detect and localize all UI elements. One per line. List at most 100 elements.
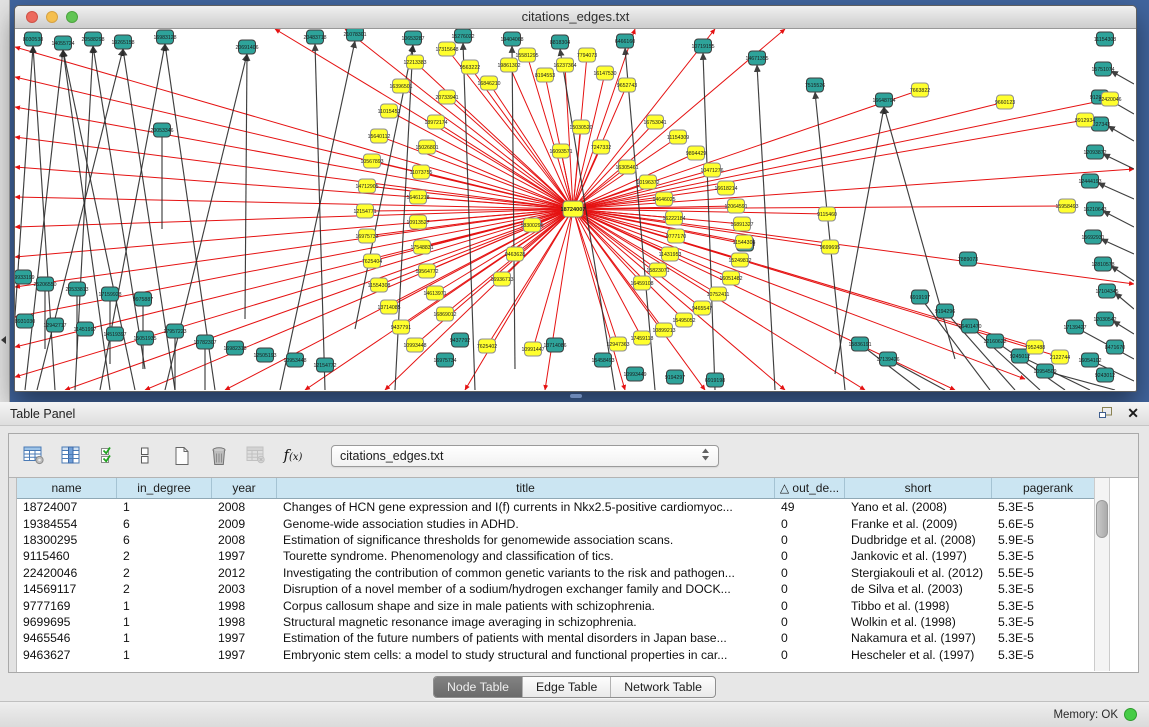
network-node[interactable]: 14519397 — [103, 327, 126, 341]
network-node[interactable]: 15030520 — [569, 120, 592, 134]
column-header-short[interactable]: short — [845, 478, 992, 498]
network-node[interactable]: 10913527 — [406, 215, 429, 229]
network-node[interactable]: 15051935 — [133, 331, 156, 345]
network-node[interactable]: 7247332 — [591, 140, 611, 154]
table-select-dropdown[interactable]: citations_edges.txt — [331, 445, 719, 467]
network-node[interactable]: 20691406 — [235, 40, 258, 54]
network-node[interactable]: 16396501 — [389, 79, 412, 93]
left-collapsed-panel[interactable] — [0, 0, 10, 402]
network-node[interactable]: 12154771 — [353, 204, 376, 218]
network-node[interactable]: 14671355 — [745, 51, 768, 65]
network-node[interactable]: 10567893 — [360, 154, 383, 168]
minimize-button[interactable] — [46, 11, 58, 23]
close-button[interactable] — [26, 11, 38, 23]
network-node[interactable]: 19265158 — [111, 35, 134, 49]
network-node[interactable]: 15692931 — [1081, 230, 1104, 244]
network-node[interactable]: 20533813 — [65, 282, 88, 296]
table-row[interactable]: 1872400712008Changes of HCN gene express… — [17, 499, 1138, 515]
network-node[interactable]: 15458493 — [591, 353, 614, 367]
zoom-button[interactable] — [66, 11, 78, 23]
network-node[interactable]: 21078301 — [343, 29, 366, 41]
network-node[interactable]: 9660123 — [995, 95, 1015, 109]
network-node[interactable]: 11431953 — [659, 247, 682, 261]
network-node[interactable]: 22420046 — [1098, 92, 1121, 106]
network-node[interactable]: 11154308 — [1094, 32, 1116, 46]
network-node[interactable]: 17139427 — [1063, 320, 1086, 334]
network-node[interactable]: 11544308 — [733, 235, 756, 249]
network-node[interactable]: 11015453 — [378, 104, 401, 118]
rows-icon[interactable] — [132, 443, 158, 469]
network-node[interactable]: 6919197 — [910, 290, 930, 304]
network-node[interactable]: 15823071 — [646, 263, 669, 277]
table-row[interactable]: 911546021997Tourette syndrome. Phenomeno… — [17, 548, 1138, 564]
network-window-titlebar[interactable]: citations_edges.txt — [15, 6, 1136, 29]
network-node[interactable]: 12160622 — [983, 334, 1006, 348]
network-node[interactable]: 18300295 — [520, 218, 543, 232]
network-node[interactable]: 16210643 — [1083, 202, 1106, 216]
collapse-arrow-icon[interactable] — [1, 336, 6, 344]
network-node[interactable]: 16975733 — [355, 229, 378, 243]
network-node[interactable]: 7889073 — [958, 252, 978, 266]
network-node[interactable]: 17459118 — [631, 331, 654, 345]
network-node[interactable]: 9463628 — [505, 247, 525, 261]
network-node[interactable]: 10953448 — [283, 353, 306, 367]
network-node[interactable]: 19564772 — [415, 264, 438, 278]
network-node[interactable]: 8194553 — [535, 68, 555, 82]
table-row[interactable]: 1830029562008Estimation of significance … — [17, 532, 1138, 548]
network-node[interactable]: 9465547 — [692, 301, 712, 315]
new-column-icon[interactable] — [169, 443, 195, 469]
network-node[interactable]: 20733941 — [435, 90, 458, 104]
network-node[interactable]: 17159928 — [98, 287, 121, 301]
network-node[interactable]: 16975734 — [433, 353, 456, 367]
table-row[interactable]: 946554611997Estimation of the future num… — [17, 630, 1138, 646]
network-node[interactable]: 8471670 — [1105, 340, 1125, 354]
network-node[interactable]: 9115460 — [817, 207, 837, 221]
network-node[interactable]: 16846210 — [477, 76, 500, 90]
table-row[interactable]: 969969511998Structural magnetic resonanc… — [17, 614, 1138, 630]
network-node[interactable]: 9894429 — [686, 146, 706, 160]
network-node[interactable]: 16459108 — [630, 276, 653, 290]
network-node[interactable]: 9437791 — [391, 320, 411, 334]
network-node[interactable]: 16051482 — [719, 271, 742, 285]
network-node[interactable]: 8030538 — [23, 32, 43, 46]
network-node[interactable]: 10899213 — [652, 323, 675, 337]
network-node[interactable]: 19404068 — [500, 32, 523, 46]
network-node[interactable]: 9652743 — [617, 78, 637, 92]
network-node[interactable]: 7663822 — [910, 83, 930, 97]
network-node[interactable]: 14712905 — [355, 179, 378, 193]
network-node[interactable]: 18972174 — [424, 115, 447, 129]
network-node[interactable]: 7794073 — [577, 48, 597, 62]
network-node[interactable]: 17139426 — [876, 352, 899, 366]
network-node[interactable]: 11451997 — [74, 322, 97, 336]
column-select-icon[interactable] — [58, 443, 84, 469]
network-node[interactable]: 12064591 — [724, 199, 747, 213]
splitter-handle[interactable] — [570, 394, 582, 398]
network-node[interactable]: 16237364 — [553, 58, 576, 72]
network-node[interactable]: 12505193 — [253, 348, 276, 362]
table-row[interactable]: 946362711997Embryonic stem cells: a mode… — [17, 647, 1138, 663]
network-node[interactable]: 15495052 — [672, 313, 695, 327]
network-node[interactable]: 16753041 — [643, 115, 666, 129]
network-node[interactable]: 10993449 — [623, 367, 646, 381]
tab-network-table[interactable]: Network Table — [610, 677, 715, 697]
network-node[interactable]: 16869012 — [433, 307, 456, 321]
network-node[interactable]: 16648794 — [872, 93, 895, 107]
network-node[interactable]: 9777170 — [666, 229, 686, 243]
network-node[interactable]: 18724007 — [561, 201, 586, 217]
network-node[interactable]: 20483718 — [303, 30, 326, 44]
network-node[interactable]: 7625404 — [362, 254, 382, 268]
table-settings-icon[interactable] — [21, 443, 47, 469]
network-node[interactable]: 9975887 — [133, 292, 153, 306]
network-node[interactable]: 12030542 — [1093, 312, 1116, 326]
network-node[interactable]: 16147530 — [593, 66, 616, 80]
network-node[interactable]: 17957223 — [163, 324, 186, 338]
network-node[interactable]: 16093571 — [549, 144, 572, 158]
network-node[interactable]: 10719155 — [691, 39, 714, 53]
network-node[interactable]: 10653287 — [401, 31, 424, 45]
close-panel-icon[interactable]: ✕ — [1127, 405, 1139, 422]
network-node[interactable]: 15581295 — [515, 48, 538, 62]
network-node[interactable]: 14613971 — [423, 286, 446, 300]
network-node[interactable]: 19861302 — [497, 58, 520, 72]
tab-node-table[interactable]: Node Table — [434, 677, 522, 697]
network-node[interactable]: 12093872 — [1083, 145, 1106, 159]
